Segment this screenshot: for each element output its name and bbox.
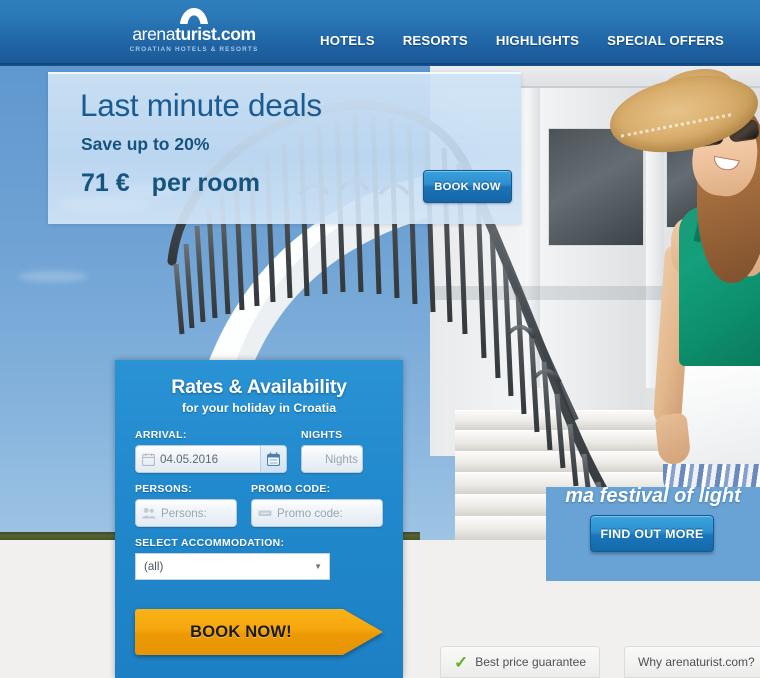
- booking-widget: Rates & Availability for your holiday in…: [115, 360, 403, 678]
- woman-hand: [654, 412, 692, 466]
- promo-unit: per room: [151, 169, 261, 197]
- booking-subtitle: for your holiday in Croatia: [181, 401, 337, 415]
- arrival-field-group: ARRIVAL: 04.05.2016: [135, 430, 287, 473]
- accommodation-label: SELECT ACCOMMODATION:: [135, 538, 285, 549]
- ticket-icon: [258, 508, 272, 518]
- accommodation-select[interactable]: (all) ▼: [135, 553, 330, 580]
- promo-subtitle: Save up to 20%: [81, 134, 210, 154]
- persons-promo-row: PERSONS: Persons: PROMO CODE: Promo code…: [135, 484, 383, 527]
- promo-code-placeholder: Promo code:: [277, 506, 343, 520]
- persons-input[interactable]: Persons:: [135, 499, 237, 527]
- arrival-label: ARRIVAL:: [135, 430, 187, 441]
- calendar-picker-icon[interactable]: [260, 446, 286, 472]
- badge-why-arenaturist[interactable]: Why arenaturist.com?: [624, 646, 760, 678]
- badge-why-arenaturist-label: Why arenaturist.com?: [638, 655, 755, 669]
- logo-word-bold: turist.com: [175, 24, 256, 44]
- arrival-value: 04.05.2016: [160, 452, 219, 466]
- accommodation-value: (all): [144, 560, 164, 573]
- moon-icon: [308, 453, 320, 465]
- promo-book-now-button[interactable]: BOOK NOW: [423, 170, 512, 203]
- nav-item-resorts[interactable]: RESORTS: [403, 33, 468, 48]
- book-now-submit-label: BOOK NOW!: [190, 622, 292, 641]
- green-check-icon: ✓: [454, 652, 469, 672]
- persons-placeholder: Persons:: [161, 506, 207, 520]
- trust-badges: ✓ Best price guarantee Why arenaturist.c…: [440, 646, 760, 678]
- mountain-arch-icon: [180, 8, 208, 24]
- promo-code-input[interactable]: Promo code:: [251, 499, 383, 527]
- nights-placeholder: Nights: [325, 452, 358, 466]
- promo-title: Last minute deals: [80, 87, 322, 123]
- people-icon: [142, 507, 156, 519]
- promo-price-row: 71 € per room: [81, 169, 260, 198]
- find-out-more-label: FIND OUT MORE: [600, 526, 704, 541]
- site-header: arenaturist.com CROATIAN HOTELS & RESORT…: [0, 0, 760, 66]
- promo-code-field-group: PROMO CODE: Promo code:: [251, 484, 383, 527]
- find-out-more-button[interactable]: FIND OUT MORE: [590, 515, 714, 552]
- chevron-down-icon: ▼: [314, 562, 322, 571]
- last-minute-promo-banner: Last minute deals Save up to 20% 71 € pe…: [48, 72, 521, 224]
- highlight-panel: ma festival of light FIND OUT MORE: [546, 487, 760, 581]
- book-now-submit-button[interactable]: BOOK NOW!: [135, 609, 383, 655]
- site-logo[interactable]: arenaturist.com CROATIAN HOTELS & RESORT…: [124, 8, 264, 53]
- main-navigation: HOTELS RESORTS HIGHLIGHTS SPECIAL OFFERS: [320, 33, 724, 48]
- arrival-input[interactable]: 04.05.2016: [135, 445, 287, 473]
- nights-field-group: NIGHTS Nights: [301, 430, 363, 473]
- woman-photo: [601, 66, 760, 540]
- calendar-icon: [142, 453, 155, 466]
- nav-item-special-offers[interactable]: SPECIAL OFFERS: [607, 33, 724, 48]
- arrival-nights-row: ARRIVAL: 04.05.2016 NIGHTS Nights: [135, 430, 383, 473]
- logo-word-light: arena: [132, 24, 176, 44]
- persons-field-group: PERSONS: Persons:: [135, 484, 237, 527]
- page-root: arenaturist.com CROATIAN HOTELS & RESORT…: [0, 0, 760, 678]
- booking-title: Rates & Availability: [171, 376, 347, 398]
- nights-label: NIGHTS: [301, 430, 343, 441]
- promo-book-now-label: BOOK NOW: [434, 180, 501, 193]
- promo-price: 71 €: [81, 169, 130, 197]
- badge-best-price-label: Best price guarantee: [475, 655, 586, 669]
- nights-input[interactable]: Nights: [301, 445, 363, 473]
- promo-code-label: PROMO CODE:: [251, 484, 331, 495]
- badge-best-price-guarantee[interactable]: ✓ Best price guarantee: [440, 646, 600, 678]
- persons-label: PERSONS:: [135, 484, 193, 495]
- logo-wordmark: arenaturist.com: [124, 24, 264, 44]
- booking-fields: ARRIVAL: 04.05.2016 NIGHTS Nights PERSON…: [115, 430, 403, 580]
- logo-tagline: CROATIAN HOTELS & RESORTS: [129, 45, 259, 53]
- nav-item-highlights[interactable]: HIGHLIGHTS: [496, 33, 579, 48]
- highlight-panel-caption: ma festival of light: [565, 487, 741, 507]
- nav-item-hotels[interactable]: HOTELS: [320, 33, 375, 48]
- accommodation-field-group: SELECT ACCOMMODATION: (all) ▼: [135, 538, 383, 580]
